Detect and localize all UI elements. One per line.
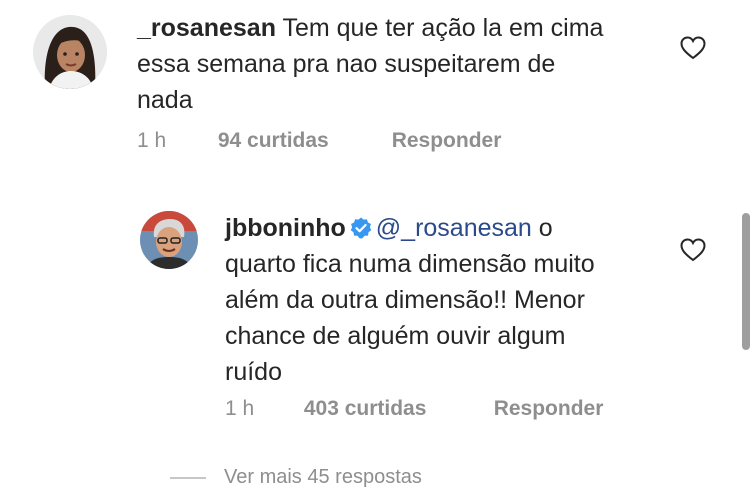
user-avatar-photo-icon (140, 211, 198, 269)
scrollbar-thumb[interactable] (742, 213, 750, 350)
comment-item: _rosanesan Tem que ter ação la em cima e… (0, 0, 750, 180)
like-button[interactable] (680, 238, 706, 262)
view-more-label: Ver mais 45 respostas (224, 466, 422, 488)
like-button[interactable] (680, 36, 706, 60)
avatar[interactable] (140, 211, 198, 269)
comment-body: _rosanesan Tem que ter ação la em cima e… (137, 10, 607, 118)
comment-username[interactable]: _rosanesan (137, 14, 276, 42)
verified-badge-icon (350, 213, 372, 239)
heart-outline-icon (680, 238, 706, 262)
comment-body: jbboninho @_rosanesan o quarto fica numa … (225, 210, 620, 390)
user-avatar-photo-icon (33, 15, 107, 89)
comment-likes[interactable]: 94 curtidas (218, 129, 386, 153)
divider-line (170, 476, 206, 479)
reply-button[interactable]: Responder (392, 129, 502, 153)
avatar[interactable] (33, 15, 107, 89)
view-more-replies-button[interactable]: Ver mais 45 respostas (170, 466, 422, 489)
comment-timestamp: 1 h (137, 129, 167, 152)
reply-comment-item: jbboninho @_rosanesan o quarto fica numa … (0, 200, 750, 440)
comment-username[interactable]: jbboninho (225, 214, 346, 242)
comment-meta: 1 h 94 curtidas Responder (137, 129, 501, 153)
mention-link[interactable]: @_rosanesan (376, 214, 532, 242)
comment-timestamp: 1 h (225, 397, 255, 420)
comment-likes[interactable]: 403 curtidas (304, 397, 488, 421)
heart-outline-icon (680, 36, 706, 60)
reply-button[interactable]: Responder (494, 397, 604, 421)
comment-meta: 1 h 403 curtidas Responder (225, 397, 603, 421)
